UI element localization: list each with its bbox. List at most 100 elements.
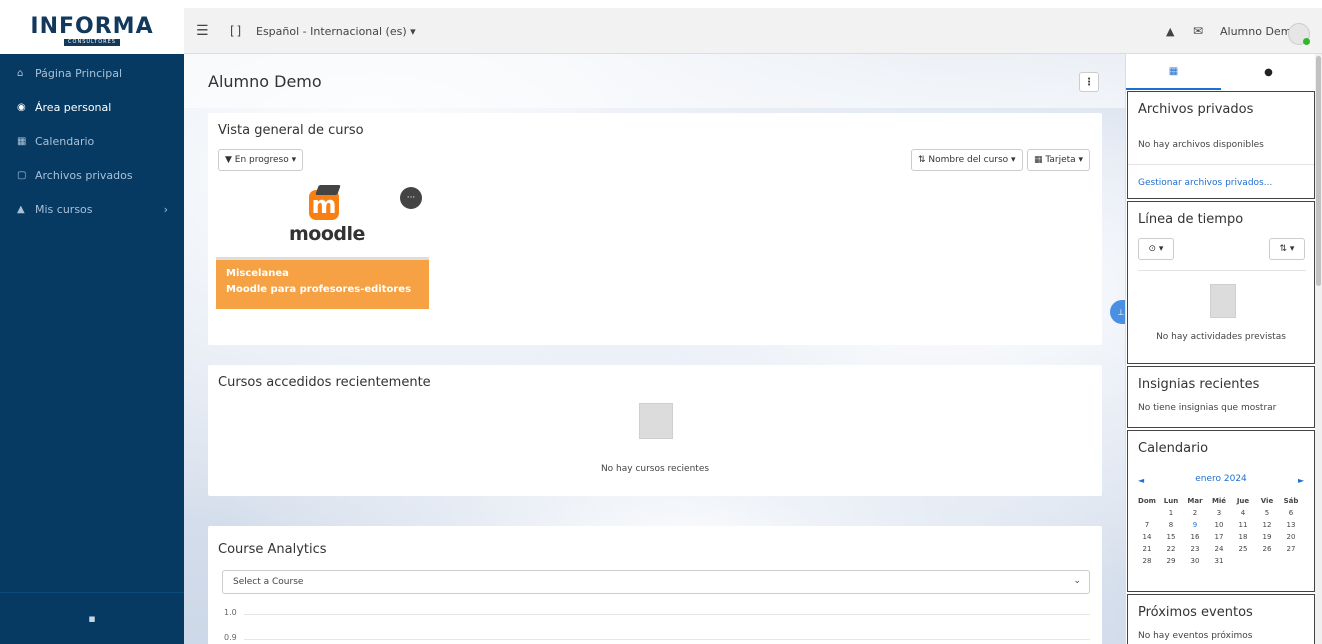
sidebar-footer-button[interactable]: ▪	[0, 592, 184, 644]
calendar-prev-icon[interactable]: ◄	[1138, 476, 1144, 485]
course-select-value: Select a Course	[233, 577, 304, 587]
course-view-dropdown[interactable]: ▦ Tarjeta ▾	[1027, 149, 1091, 171]
file-icon: ▢	[17, 169, 27, 181]
calendar-day[interactable]: 15	[1159, 531, 1183, 543]
calendar-day[interactable]: 19	[1255, 531, 1279, 543]
course-sort-dropdown[interactable]: ⇅ Nombre del curso ▾	[911, 149, 1023, 171]
calendar-day[interactable]: 3	[1207, 507, 1231, 519]
calendar-day[interactable]: 13	[1279, 519, 1303, 531]
course-filter-dropdown[interactable]: ▼ En progreso ▾	[218, 149, 304, 171]
sidebar-item-calendar[interactable]: ▦ Calendario	[0, 124, 184, 158]
course-card-info[interactable]: Miscelanea Moodle para profesores-editor…	[216, 257, 429, 309]
tab-blocks[interactable]: ▦	[1126, 54, 1221, 90]
manage-private-files-link[interactable]: Gestionar archivos privados...	[1138, 178, 1272, 188]
timeline-empty-text: No hay actividades previstas	[1156, 332, 1286, 342]
notification-bell-icon[interactable]: ▲	[1166, 8, 1174, 54]
calendar-day	[1255, 555, 1279, 567]
calendar-day-header: Dom	[1138, 497, 1156, 505]
calendar-day[interactable]: 22	[1159, 543, 1183, 555]
calendar-week-row: 7 8 9 10 11 12 13	[1135, 519, 1303, 531]
calendar-day[interactable]: 25	[1231, 543, 1255, 555]
page-header: Alumno Demo ⋮	[184, 54, 1125, 108]
user-menu-name[interactable]: Alumno Demo	[1220, 8, 1298, 54]
sidebar-item-dashboard[interactable]: ◉ Área personal	[0, 90, 184, 124]
page-actions-button[interactable]: ⋮	[1079, 72, 1099, 92]
course-analytics-card: Course Analytics Select a Course ⌄ 1.0 0…	[208, 526, 1102, 644]
calendar-day[interactable]: 29	[1159, 555, 1183, 567]
sidebar-item-home[interactable]: ⌂ Página Principal	[0, 56, 184, 90]
recent-badges-empty-text: No tiene insignias que mostrar	[1138, 403, 1277, 413]
scrollbar-thumb[interactable]	[1316, 56, 1321, 286]
messages-icon[interactable]: ✉	[1193, 8, 1203, 54]
calendar-day[interactable]: 1	[1159, 507, 1183, 519]
calendar-week-row: 21 22 23 24 25 26 27	[1135, 543, 1303, 555]
calendar-day[interactable]: 26	[1255, 543, 1279, 555]
calendar-day[interactable]: 4	[1231, 507, 1255, 519]
calendar-day[interactable]: 10	[1207, 519, 1231, 531]
calendar-day[interactable]: 12	[1255, 519, 1279, 531]
sidebar-item-label: Mis cursos	[35, 202, 93, 216]
calendar-day[interactable]: 27	[1279, 543, 1303, 555]
site-logo[interactable]: INFORMA CONSULTORES	[0, 8, 184, 54]
calendar-day[interactable]: 20	[1279, 531, 1303, 543]
course-name[interactable]: Moodle para profesores-editores	[226, 282, 419, 298]
timeline-title: Línea de tiempo	[1138, 212, 1244, 227]
y-axis-tick: 0.9	[224, 633, 237, 642]
timeline-filter-dropdown[interactable]: ⊙ ▾	[1138, 238, 1174, 260]
avatar[interactable]	[1288, 23, 1310, 45]
calendar-week-row: 28 29 30 31	[1135, 555, 1303, 567]
tab-messages[interactable]: ●	[1221, 54, 1316, 90]
calendar-next-icon[interactable]: ►	[1298, 476, 1304, 485]
divider	[1138, 270, 1306, 271]
courses-placeholder-icon	[639, 403, 673, 439]
moodle-wordmark: moodle	[289, 223, 365, 245]
calendar-day[interactable]: 24	[1207, 543, 1231, 555]
sidebar-item-my-courses[interactable]: ▲ Mis cursos ›	[0, 192, 184, 226]
sidebar-item-private-files[interactable]: ▢ Archivos privados	[0, 158, 184, 192]
top-navbar: INFORMA CONSULTORES ☰ [ ] Español - Inte…	[0, 8, 1322, 54]
course-card-menu-button[interactable]: ···	[400, 187, 422, 209]
sidebar-item-label: Página Principal	[35, 66, 123, 80]
calendar-day[interactable]: 23	[1183, 543, 1207, 555]
private-files-title: Archivos privados	[1138, 102, 1254, 117]
calendar-week-row: 14 15 16 17 18 19 20	[1135, 531, 1303, 543]
calendar-icon: ▦	[17, 135, 27, 147]
course-card-image[interactable]: m moodle	[216, 185, 429, 257]
upcoming-events-block: Próximos eventos No hay eventos próximos	[1127, 594, 1315, 644]
calendar-day[interactable]: 9	[1183, 519, 1207, 531]
chevron-down-icon: ⌄	[1073, 576, 1081, 586]
main-region: Alumno Demo ⋮ Vista general de curso ▼ E…	[184, 54, 1125, 644]
brand-subtitle: CONSULTORES	[64, 39, 120, 46]
calendar-day[interactable]: 14	[1135, 531, 1159, 543]
calendar-day[interactable]: 2	[1183, 507, 1207, 519]
y-axis-tick: 1.0	[224, 608, 237, 617]
recent-courses-title: Cursos accedidos recientemente	[218, 375, 431, 390]
home-icon: ⌂	[17, 67, 24, 79]
timeline-sort-dropdown[interactable]: ⇅ ▾	[1269, 238, 1305, 260]
calendar-day-header: Vie	[1260, 497, 1274, 505]
calendar-day[interactable]: 7	[1135, 519, 1159, 531]
course-select[interactable]: Select a Course ⌄	[222, 570, 1090, 594]
calendar-day[interactable]: 30	[1183, 555, 1207, 567]
divider	[1128, 164, 1314, 165]
sidebar: ⌂ Página Principal ◉ Área personal ▦ Cal…	[0, 54, 184, 644]
blocks-drawer: ▦ ● Archivos privados No hay archivos di…	[1125, 54, 1322, 644]
recent-badges-title: Insignias recientes	[1138, 377, 1260, 392]
calendar-month-label: enero 2024	[1195, 474, 1247, 484]
calendar-day[interactable]: 6	[1279, 507, 1303, 519]
calendar-day[interactable]: 28	[1135, 555, 1159, 567]
calendar-day[interactable]: 21	[1135, 543, 1159, 555]
calendar-day[interactable]: 8	[1159, 519, 1183, 531]
calendar-day[interactable]: 16	[1183, 531, 1207, 543]
calendar-day[interactable]: 17	[1207, 531, 1231, 543]
language-selector[interactable]: Español - Internacional (es) ▾	[256, 8, 416, 54]
hamburger-menu-icon[interactable]: ☰	[196, 8, 209, 54]
calendar-day[interactable]: 11	[1231, 519, 1255, 531]
upcoming-events-title: Próximos eventos	[1138, 605, 1253, 620]
fullscreen-icon[interactable]: [ ]	[230, 8, 241, 54]
calendar-day[interactable]: 18	[1231, 531, 1255, 543]
calendar-day[interactable]: 31	[1207, 555, 1231, 567]
calendar-day[interactable]: 5	[1255, 507, 1279, 519]
sidebar-item-label: Archivos privados	[35, 168, 133, 182]
upcoming-events-empty-text: No hay eventos próximos	[1138, 631, 1253, 641]
